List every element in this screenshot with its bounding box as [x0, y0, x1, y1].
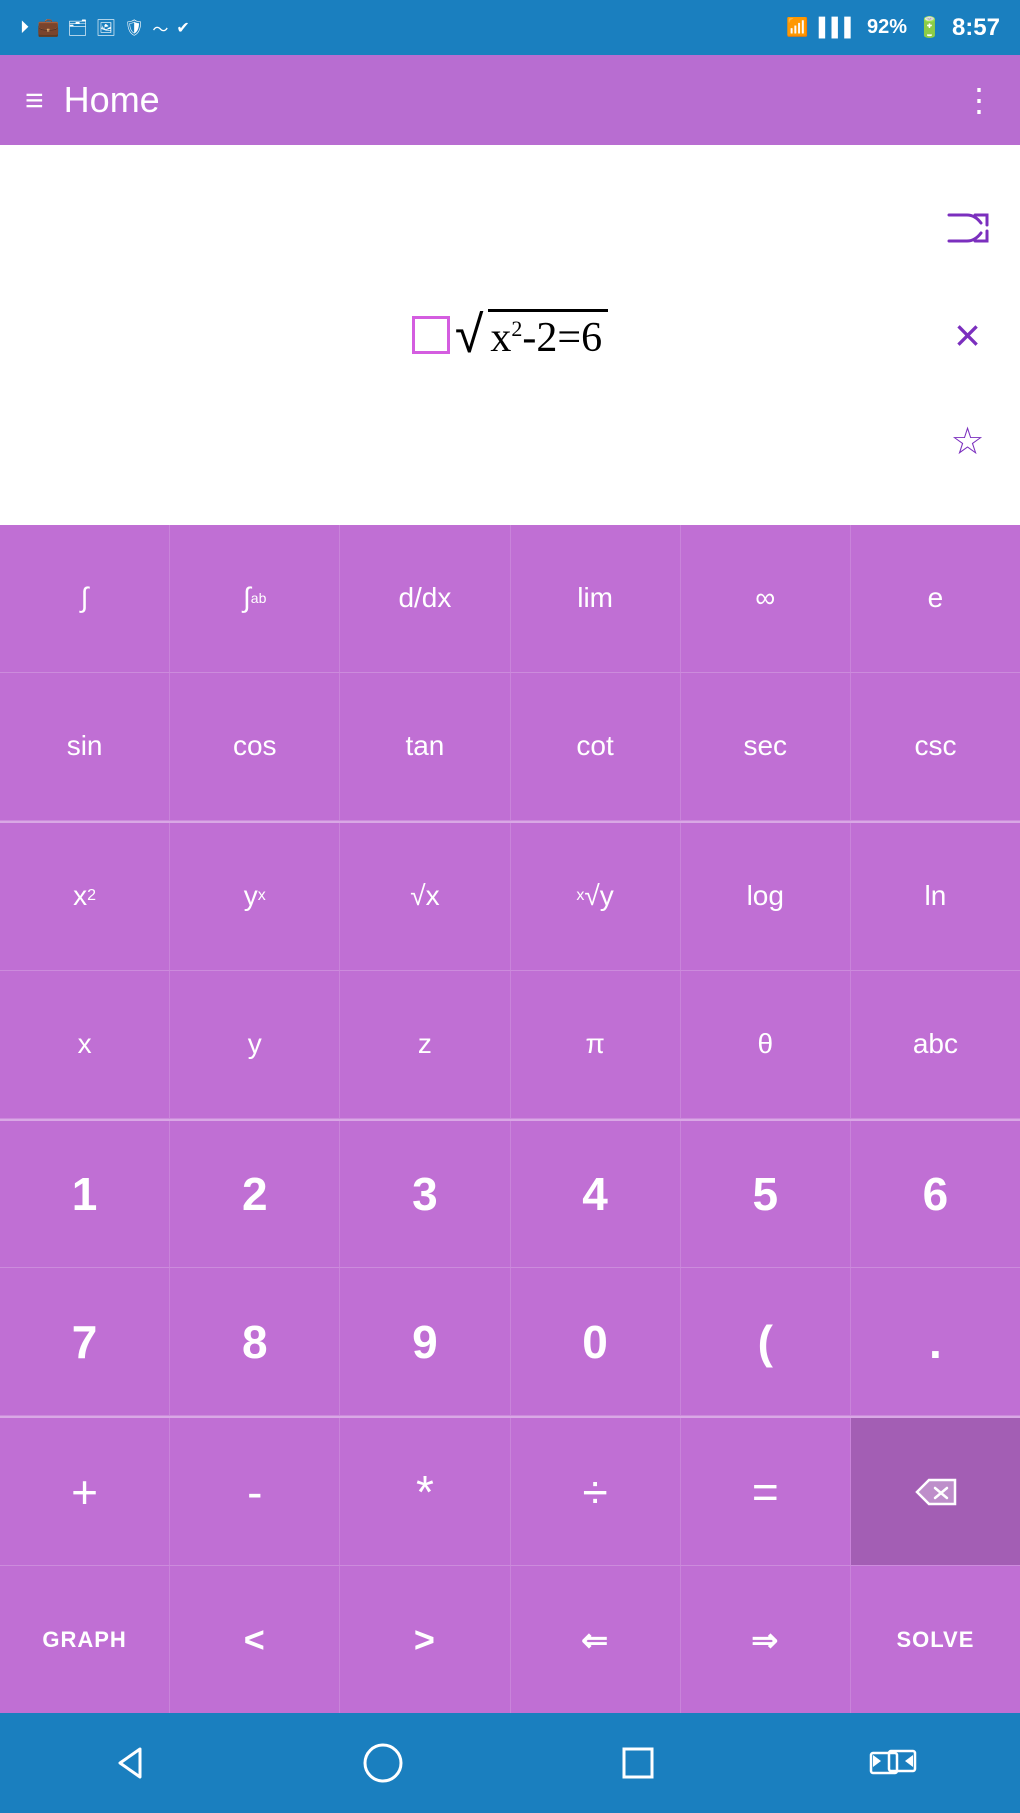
keyboard: ∫ ∫ab d/dx lim ∞ e sin cos tan cot sec c… [0, 525, 1020, 1713]
kb-row-actions: GRAPH < > ⇐ ⇒ SOLVE [0, 1566, 1020, 1713]
key-equals[interactable]: = [681, 1418, 851, 1565]
battery-icon: 🔋 [917, 15, 942, 40]
menu-icon[interactable]: ≡ [25, 84, 44, 116]
key-y-to-x[interactable]: yx [170, 823, 340, 970]
status-right: 📶 ▌▌▌ 92% 🔋 8:57 [786, 14, 1000, 42]
key-theta[interactable]: θ [681, 971, 851, 1118]
kb-row-calculus: ∫ ∫ab d/dx lim ∞ e [0, 525, 1020, 673]
key-pi[interactable]: π [511, 971, 681, 1118]
key-cursor-left[interactable]: ⇐ [511, 1566, 681, 1713]
shuffle-button[interactable] [940, 201, 995, 256]
key-log[interactable]: log [681, 823, 851, 970]
key-definite-integral[interactable]: ∫ab [170, 525, 340, 672]
degree-box [412, 316, 450, 354]
wifi-icon: 〜 [152, 16, 168, 40]
clock-time: 8:57 [952, 14, 1000, 42]
key-ln[interactable]: ln [851, 823, 1020, 970]
radical-symbol: √ [455, 305, 484, 365]
expression-area: √ x2-2=6 × ☆ [0, 145, 1020, 525]
key-sqrt[interactable]: √x [340, 823, 510, 970]
key-6[interactable]: 6 [851, 1121, 1020, 1268]
key-left-paren[interactable]: ( [681, 1268, 851, 1415]
key-infinity[interactable]: ∞ [681, 525, 851, 672]
key-integral[interactable]: ∫ [0, 525, 170, 672]
key-plus[interactable]: + [0, 1418, 170, 1565]
delete-button[interactable]: × [940, 307, 995, 362]
signal-bars-icon: ▌▌▌ [819, 17, 857, 38]
key-0[interactable]: 0 [511, 1268, 681, 1415]
key-7[interactable]: 7 [0, 1268, 170, 1415]
math-expression[interactable]: √ x2-2=6 [412, 305, 608, 365]
key-z[interactable]: z [340, 971, 510, 1118]
key-solve[interactable]: SOLVE [851, 1566, 1020, 1713]
key-euler[interactable]: e [851, 525, 1020, 672]
app-title: Home [64, 79, 963, 121]
key-divide[interactable]: ÷ [511, 1418, 681, 1565]
favorite-button[interactable]: ☆ [940, 414, 995, 469]
kb-row-numbers2: 7 8 9 0 ( . [0, 1268, 1020, 1416]
back-button[interactable] [88, 1723, 168, 1803]
key-graph[interactable]: GRAPH [0, 1566, 170, 1713]
status-icons: ⏵ 💼 🗂 🖼 🛡 〜 ✔ [20, 16, 190, 40]
key-sin[interactable]: sin [0, 673, 170, 820]
key-minus[interactable]: - [170, 1418, 340, 1565]
kb-row-powers: x2 yx √x x√y log ln [0, 823, 1020, 971]
key-backspace[interactable] [851, 1418, 1020, 1565]
key-8[interactable]: 8 [170, 1268, 340, 1415]
key-multiply[interactable]: * [340, 1418, 510, 1565]
more-options-icon[interactable]: ⋮ [963, 81, 995, 119]
kb-row-numbers1: 1 2 3 4 5 6 [0, 1121, 1020, 1269]
switch-apps-button[interactable] [853, 1723, 933, 1803]
nav-bar [0, 1713, 1020, 1813]
app-bar: ≡ Home ⋮ [0, 55, 1020, 145]
radicand: x2-2=6 [488, 309, 608, 362]
key-4[interactable]: 4 [511, 1121, 681, 1268]
key-9[interactable]: 9 [340, 1268, 510, 1415]
key-x-squared[interactable]: x2 [0, 823, 170, 970]
key-greater-than[interactable]: > [340, 1566, 510, 1713]
kb-row-variables: x y z π θ abc [0, 971, 1020, 1119]
key-sec[interactable]: sec [681, 673, 851, 820]
home-button[interactable] [343, 1723, 423, 1803]
key-less-than[interactable]: < [170, 1566, 340, 1713]
briefcase-icon: 💼 [37, 17, 59, 38]
briefcase2-icon: 🗂 [67, 18, 87, 38]
check-icon: ✔ [176, 18, 189, 38]
battery-percent: 92% [867, 16, 907, 39]
key-decimal[interactable]: . [851, 1268, 1020, 1415]
wifi-signal-icon: 📶 [786, 17, 808, 38]
key-limit[interactable]: lim [511, 525, 681, 672]
key-2[interactable]: 2 [170, 1121, 340, 1268]
play-icon: ⏵ [20, 17, 29, 38]
kb-row-operators: + - * ÷ = [0, 1418, 1020, 1566]
key-5[interactable]: 5 [681, 1121, 851, 1268]
key-cos[interactable]: cos [170, 673, 340, 820]
image-icon: 🖼 [96, 18, 116, 38]
kb-row-trig: sin cos tan cot sec csc [0, 673, 1020, 821]
key-cot[interactable]: cot [511, 673, 681, 820]
key-3[interactable]: 3 [340, 1121, 510, 1268]
key-x[interactable]: x [0, 971, 170, 1118]
key-derivative[interactable]: d/dx [340, 525, 510, 672]
status-bar: ⏵ 💼 🗂 🖼 🛡 〜 ✔ 📶 ▌▌▌ 92% 🔋 8:57 [0, 0, 1020, 55]
key-csc[interactable]: csc [851, 673, 1020, 820]
key-1[interactable]: 1 [0, 1121, 170, 1268]
key-nth-root[interactable]: x√y [511, 823, 681, 970]
key-y[interactable]: y [170, 971, 340, 1118]
key-cursor-right[interactable]: ⇒ [681, 1566, 851, 1713]
key-abc[interactable]: abc [851, 971, 1020, 1118]
key-tan[interactable]: tan [340, 673, 510, 820]
expression-actions: × ☆ [940, 145, 995, 525]
recent-apps-button[interactable] [598, 1723, 678, 1803]
shield-icon: 🛡 [124, 18, 144, 38]
